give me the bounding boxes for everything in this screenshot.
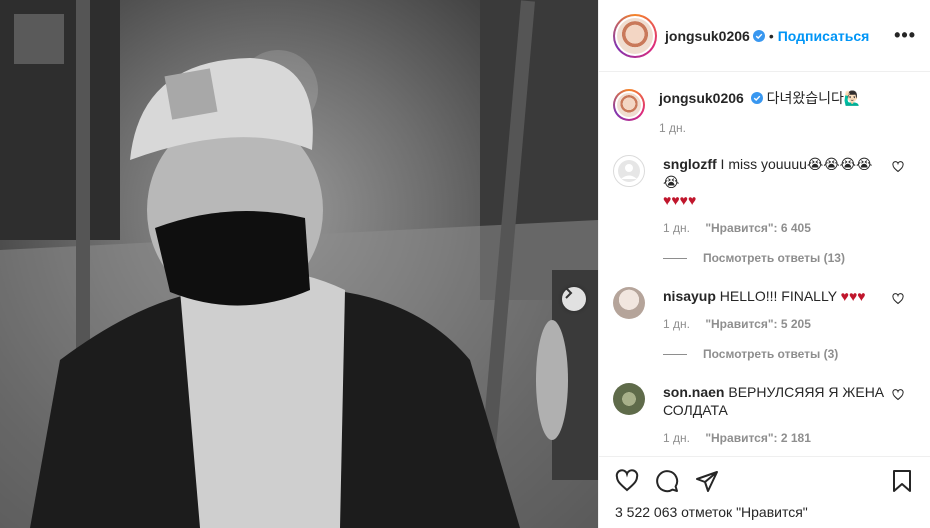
more-options-icon[interactable]: ••• [894, 25, 916, 46]
likes-count[interactable]: 3 522 063 отметок "Нравится" [615, 504, 914, 520]
author-avatar[interactable] [613, 13, 657, 58]
view-replies-button[interactable]: Посмотреть ответы (13) [663, 251, 916, 265]
verified-badge-icon [752, 29, 765, 42]
post-actions: 3 522 063 отметок "Нравится" [599, 456, 930, 520]
comment-username[interactable]: nisayup [663, 288, 716, 304]
photo-illustration [0, 0, 598, 528]
like-button[interactable] [615, 469, 639, 493]
heart-icon[interactable] [892, 293, 904, 305]
comment-meta: 1 дн. "Нравится": 2 181 [663, 429, 886, 447]
comment-likes[interactable]: "Нравится": 5 205 [705, 317, 811, 331]
save-button[interactable] [890, 469, 914, 493]
comment-time: 1 дн. [663, 221, 690, 235]
caption-username[interactable]: jongsuk0206 [659, 90, 744, 106]
bookmark-icon [893, 470, 911, 492]
comment-avatar[interactable] [613, 287, 645, 319]
default-avatar-icon [618, 160, 640, 182]
comments-list[interactable]: jongsuk0206 다녀왔습니다🙋🏻‍♂️ 1 дн. [599, 73, 930, 455]
comment-item: snglozff I miss youuuu😭😭😭😭😭 ♥♥♥♥ 1 дн. "… [613, 155, 916, 237]
comment-icon [656, 470, 679, 493]
caption-row: jongsuk0206 다녀왔습니다🙋🏻‍♂️ 1 дн. [613, 89, 916, 137]
view-replies-button[interactable]: Посмотреть ответы (3) [663, 347, 916, 361]
caption-text: 다녀왔습니다🙋🏻‍♂️ [766, 90, 862, 106]
comment-item: son.naen ВЕРНУЛСЯЯЯ Я ЖЕНА СОЛДАТА 1 дн.… [613, 383, 916, 447]
comment-meta: 1 дн. "Нравится": 5 205 [663, 315, 886, 333]
comment-item: nisayup HELLO!!! FINALLY ♥♥♥ 1 дн. "Нрав… [613, 287, 916, 333]
comment-likes[interactable]: "Нравится": 6 405 [705, 221, 811, 235]
comment-avatar[interactable] [613, 383, 645, 415]
comment-avatar[interactable] [613, 155, 645, 187]
post-side-panel: jongsuk0206 • Подписаться ••• jongsuk020… [598, 0, 930, 528]
heart-icon[interactable] [892, 389, 904, 401]
comment-time: 1 дн. [663, 431, 690, 445]
comment-text: HELLO!!! FINALLY [719, 288, 837, 304]
view-replies-label: Посмотреть ответы (13) [703, 251, 845, 265]
next-photo-button[interactable] [562, 287, 586, 311]
caption-avatar[interactable] [613, 89, 645, 121]
verified-badge-icon [750, 92, 763, 104]
caption-time: 1 дн. [659, 121, 686, 135]
comment-meta: 1 дн. "Нравится": 6 405 [663, 219, 886, 237]
comment-username[interactable]: son.naen [663, 384, 724, 400]
heart-icon [615, 469, 639, 492]
comment-likes[interactable]: "Нравится": 2 181 [705, 431, 811, 445]
comment-button[interactable] [655, 469, 679, 493]
separator-dot: • [768, 27, 774, 44]
next-arrow-icon [565, 287, 573, 299]
post-header: jongsuk0206 • Подписаться ••• [599, 0, 930, 72]
heart-icon[interactable] [892, 161, 904, 173]
share-icon [696, 471, 718, 492]
comment-text-hearts: ♥♥♥♥ [663, 192, 697, 208]
follow-button[interactable]: Подписаться [778, 28, 870, 44]
comment-time: 1 дн. [663, 317, 690, 331]
view-replies-label: Посмотреть ответы (3) [703, 347, 839, 361]
comment-username[interactable]: snglozff [663, 156, 717, 172]
author-username[interactable]: jongsuk0206 [665, 28, 750, 44]
post-photo[interactable] [0, 0, 598, 528]
share-button[interactable] [695, 469, 719, 493]
comment-hearts: ♥♥♥ [840, 288, 866, 304]
